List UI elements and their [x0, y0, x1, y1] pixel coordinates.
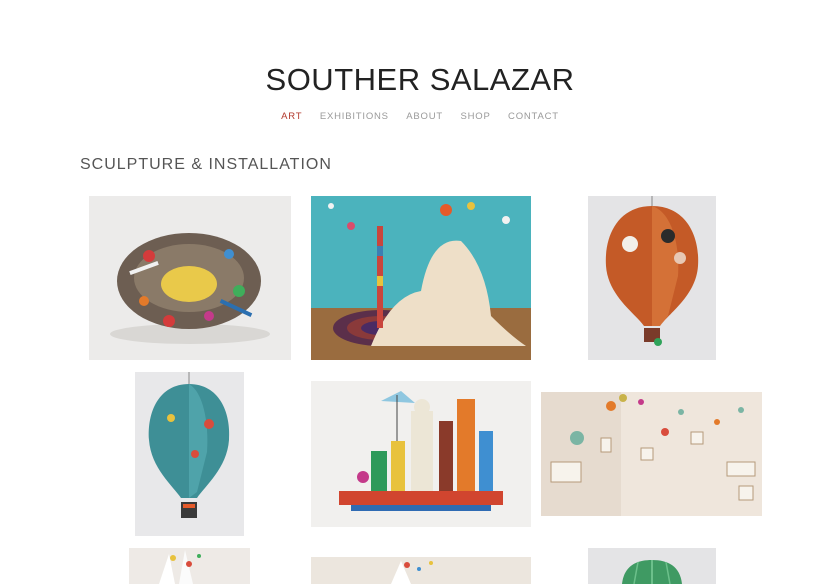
section-title: SCULPTURE & INSTALLATION [80, 156, 332, 173]
artwork-thumbnail-green-balloon[interactable] [588, 548, 716, 584]
artwork-thumbnail-teal-balloon[interactable] [135, 372, 244, 536]
white-sculpture-image [129, 548, 250, 584]
artwork-thumbnail-white-sculpture[interactable] [129, 548, 250, 584]
orange-balloon-image [588, 196, 716, 360]
nav-item-shop[interactable]: SHOP [460, 111, 490, 122]
artwork-thumbnail-orange-balloon[interactable] [588, 196, 716, 360]
artwork-thumbnail-installation[interactable] [311, 557, 531, 584]
nest-sculpture-image [89, 196, 291, 360]
artwork-thumbnail-shelf-figures[interactable] [311, 381, 531, 527]
site-title[interactable]: SOUTHER SALAZAR [0, 62, 840, 98]
shelf-sculpture-image [311, 381, 531, 527]
artwork-thumbnail-gallery-wall[interactable] [541, 392, 762, 516]
teal-balloon-image [135, 372, 244, 536]
gallery-wall-image [541, 392, 762, 516]
artwork-thumbnail-blue-room[interactable] [311, 196, 531, 360]
nav-item-art[interactable]: ART [281, 111, 302, 122]
nav-item-contact[interactable]: CONTACT [508, 111, 559, 122]
installation-image [311, 196, 531, 360]
artwork-thumbnail-nest[interactable] [89, 196, 291, 360]
installation-partial-image [311, 557, 531, 584]
nav-item-exhibitions[interactable]: EXHIBITIONS [320, 111, 389, 122]
main-nav: ART EXHIBITIONS ABOUT SHOP CONTACT [0, 111, 840, 122]
nav-item-about[interactable]: ABOUT [406, 111, 443, 122]
green-balloon-image [588, 548, 716, 584]
